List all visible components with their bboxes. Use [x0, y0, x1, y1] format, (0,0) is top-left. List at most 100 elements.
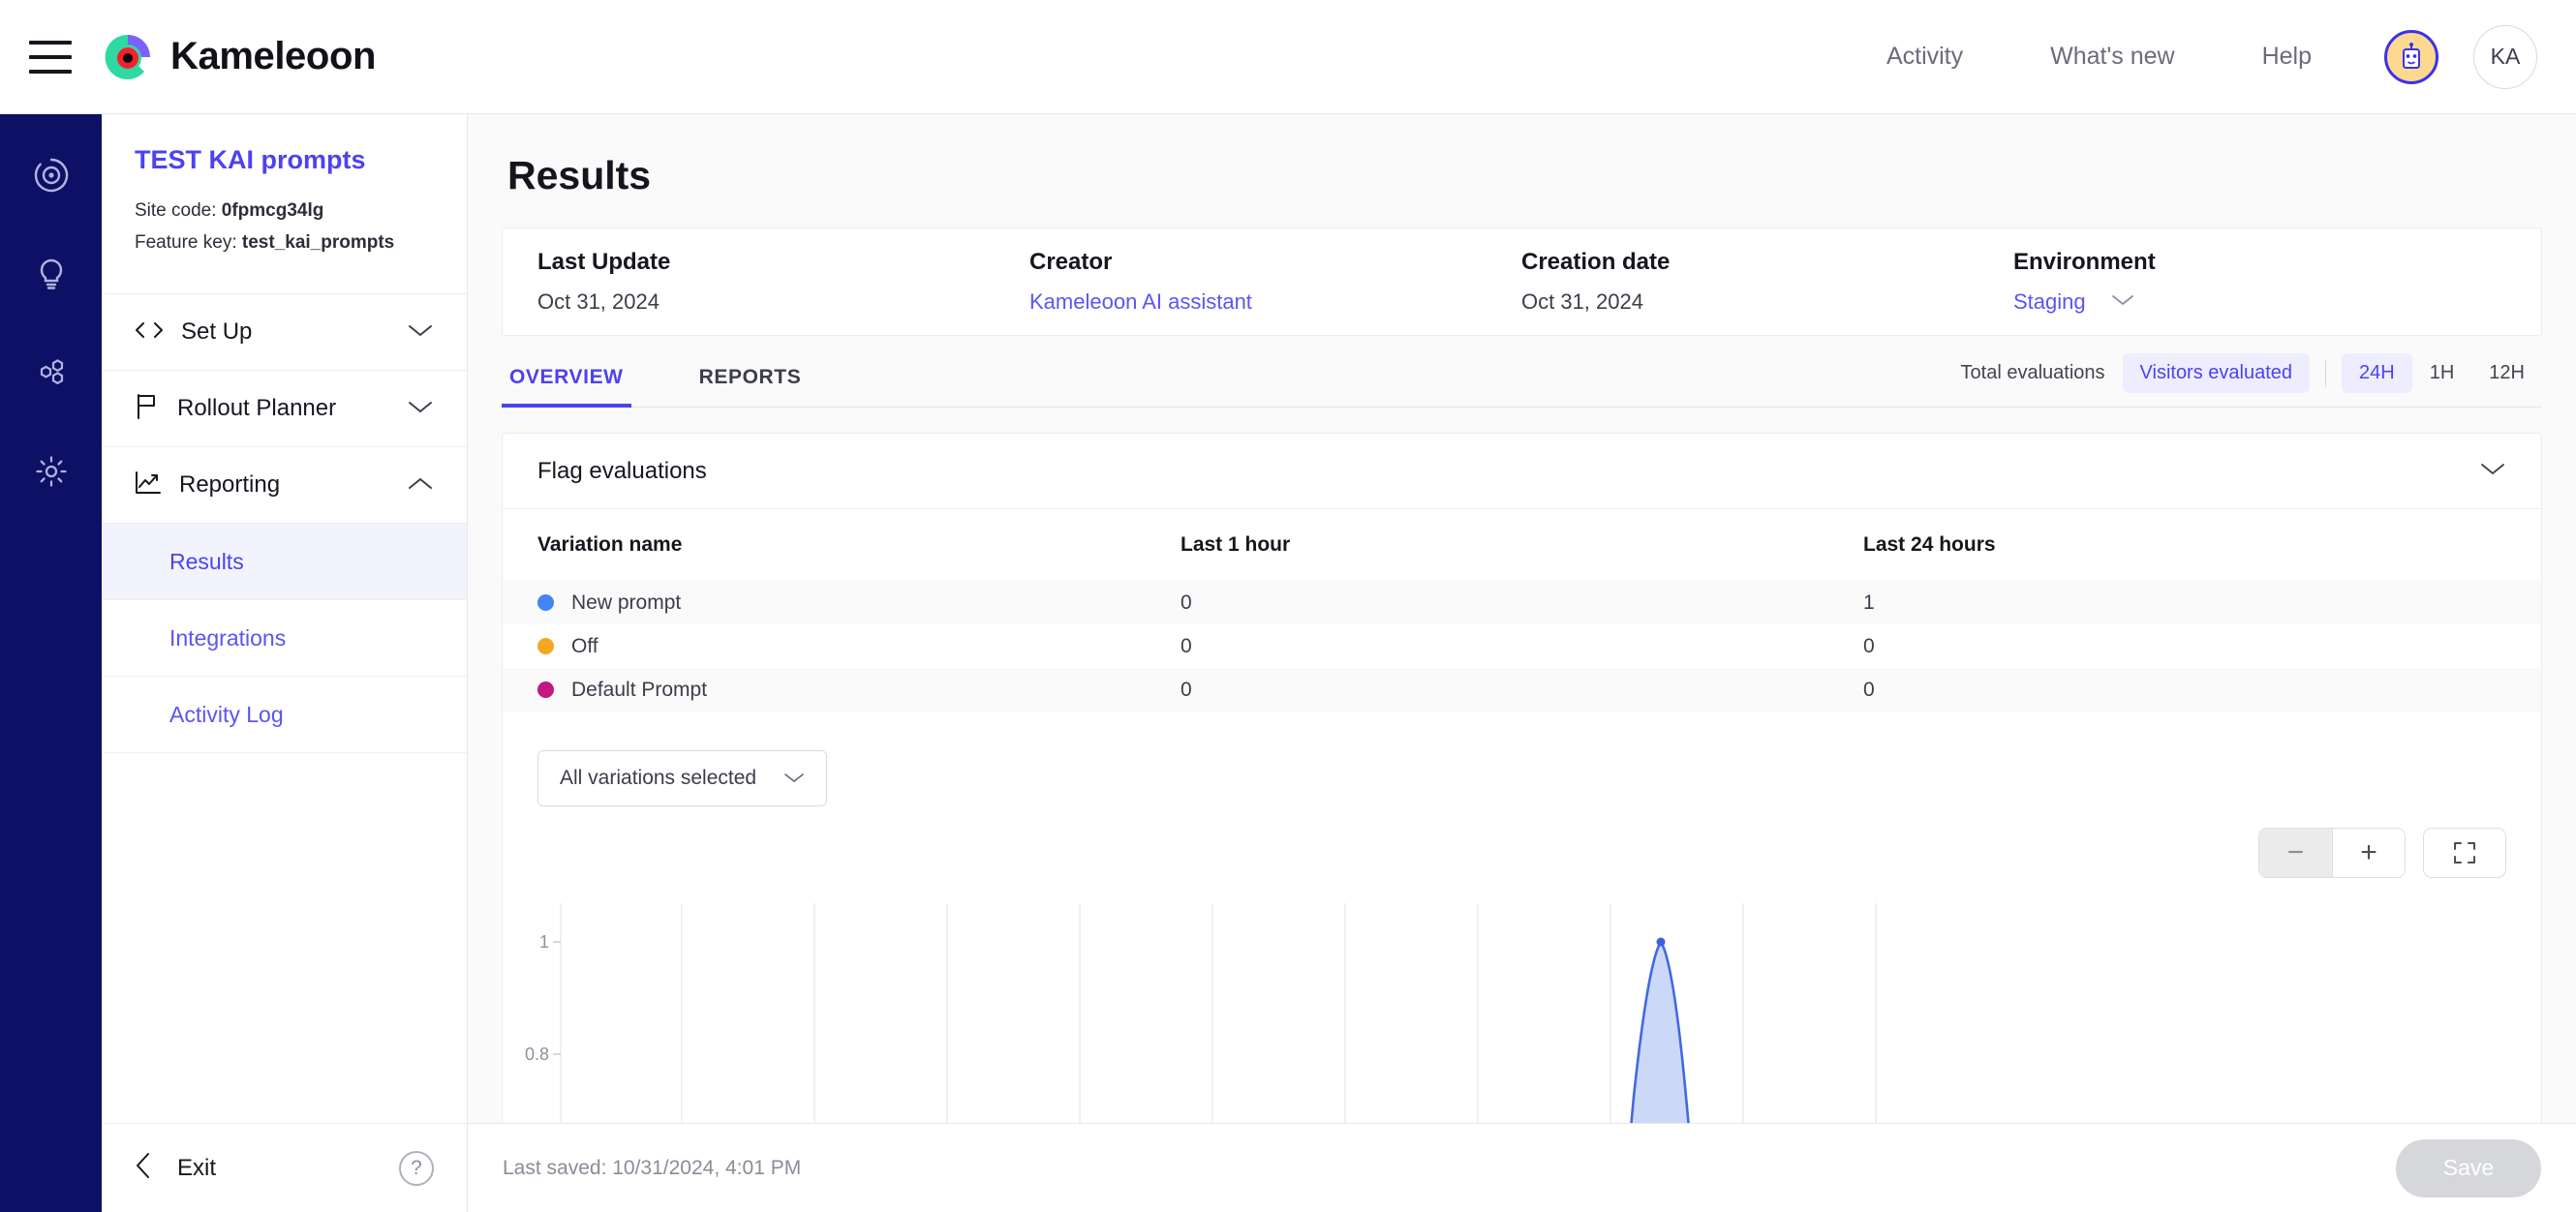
top-bar: Kameleoon Activity What's new Help KA	[0, 0, 2576, 114]
cell-last-1-hour: 0	[1181, 591, 1192, 614]
ai-assistant-button[interactable]	[2384, 29, 2438, 84]
variation-name: Off	[571, 634, 598, 657]
panel-header: Flag evaluations	[503, 434, 2541, 509]
environment-selector[interactable]: Staging	[2013, 289, 2505, 315]
save-button[interactable]: Save	[2396, 1138, 2541, 1197]
bottom-bar: Last saved: 10/31/2024, 4:01 PM Save	[468, 1123, 2576, 1212]
cell-last-24-hours: 0	[1863, 678, 1875, 701]
meta-creator: Creator Kameleoon AI assistant	[1029, 249, 1521, 315]
back-chevron-icon[interactable]	[135, 1151, 152, 1185]
sidebar-footer: Exit ?	[102, 1123, 467, 1212]
chevron-down-icon[interactable]	[407, 322, 434, 343]
cell-last-1-hour: 0	[1181, 634, 1192, 657]
zoom-in-button[interactable]: +	[2332, 829, 2405, 877]
user-avatar[interactable]: KA	[2473, 24, 2537, 89]
last-saved-text: Last saved: 10/31/2024, 4:01 PM	[503, 1156, 802, 1179]
filter-total-evaluations[interactable]: Total evaluations	[1944, 353, 2123, 393]
rail-lightbulb-icon[interactable]	[25, 248, 77, 300]
svg-text:0.8: 0.8	[525, 1045, 549, 1064]
help-icon[interactable]: ?	[399, 1150, 434, 1186]
variation-filter-row: All variations selected	[503, 712, 2541, 806]
project-title[interactable]: TEST KAI prompts	[135, 145, 434, 175]
sidebar-group-reporting[interactable]: Reporting	[102, 447, 467, 524]
filter-divider	[2325, 359, 2327, 387]
brand-logo-link[interactable]: Kameleoon	[101, 30, 376, 84]
filter-range-12h[interactable]: 12H	[2471, 353, 2542, 393]
sidebar-item-label: Activity Log	[169, 701, 284, 727]
cell-last-1-hour: 0	[1181, 678, 1192, 701]
chart-zoom-controls: − +	[503, 806, 2541, 878]
sidebar-group-set-up[interactable]: Set Up	[102, 294, 467, 371]
hamburger-menu-icon[interactable]	[29, 40, 72, 74]
code-icon	[135, 319, 164, 346]
zoom-out-button[interactable]: −	[2259, 829, 2332, 877]
fullscreen-button[interactable]	[2423, 828, 2506, 878]
creator-link[interactable]: Kameleoon AI assistant	[1029, 289, 1521, 315]
column-header-variation-name: Variation name	[537, 533, 683, 556]
chevron-down-icon[interactable]	[2479, 461, 2506, 481]
nav-link-help[interactable]: Help	[2219, 43, 2355, 71]
panel-title: Flag evaluations	[537, 457, 707, 484]
flag-icon	[135, 393, 160, 425]
hamburger-line	[29, 69, 72, 74]
exit-button[interactable]: Exit	[177, 1155, 216, 1182]
chevron-up-icon[interactable]	[407, 475, 434, 496]
variation-color-dot	[537, 594, 554, 611]
meta-summary-card: Last Update Oct 31, 2024 Creator Kameleo…	[502, 227, 2542, 336]
table-header: Variation name Last 1 hour Last 24 hours	[503, 509, 2541, 581]
sidebar-group-rollout-planner[interactable]: Rollout Planner	[102, 371, 467, 447]
metric-filters: Total evaluations Visitors evaluated 24H…	[1944, 353, 2542, 407]
column-header-last-1-hour: Last 1 hour	[1181, 533, 1291, 556]
page-title: Results	[507, 153, 652, 197]
sidebar-item-label: Integrations	[169, 624, 287, 651]
feature-key-row: Feature key: test_kai_prompts	[135, 232, 434, 254]
table-row[interactable]: New prompt 0 1	[503, 581, 2541, 624]
main-content: Results Last Update Oct 31, 2024 Creator…	[468, 114, 2576, 1212]
trend-chart-icon	[135, 470, 162, 500]
rail-gear-icon[interactable]	[25, 445, 77, 498]
filter-visitors-evaluated[interactable]: Visitors evaluated	[2122, 353, 2311, 393]
robot-icon	[2403, 42, 2420, 69]
rail-target-icon[interactable]	[25, 149, 77, 201]
tabs-bar: OVERVIEW REPORTS Total evaluations Visit…	[502, 336, 2542, 408]
fullscreen-icon	[2454, 842, 2475, 864]
tab-reports[interactable]: REPORTS	[691, 366, 810, 407]
feature-key-label: Feature key:	[135, 232, 237, 253]
meta-label: Last Update	[537, 249, 671, 275]
sidebar: TEST KAI prompts Site code: 0fpmcg34lg F…	[102, 114, 468, 1212]
rail-hexagon-cluster-icon[interactable]	[25, 347, 77, 399]
variation-name: New prompt	[571, 591, 682, 614]
meta-label: Creator	[1029, 249, 1113, 275]
top-bar-right: Activity What's new Help KA	[1843, 24, 2576, 89]
sidebar-item-activity-log[interactable]: Activity Log	[102, 677, 467, 753]
hamburger-line	[29, 54, 72, 59]
sidebar-item-results[interactable]: Results	[102, 524, 467, 600]
table-row[interactable]: Off 0 0	[503, 624, 2541, 668]
sidebar-item-integrations[interactable]: Integrations	[102, 600, 467, 677]
filter-range-1h[interactable]: 1H	[2412, 353, 2472, 393]
chart-data-point	[1656, 937, 1666, 947]
chevron-down-icon[interactable]	[407, 399, 434, 419]
table-row[interactable]: Default Prompt 0 0	[503, 668, 2541, 712]
meta-label: Creation date	[1521, 249, 1671, 275]
nav-link-whats-new[interactable]: What's new	[2007, 43, 2218, 71]
environment-value: Staging	[2013, 289, 2086, 314]
meta-label: Environment	[2013, 249, 2156, 275]
sidebar-group-label: Rollout Planner	[177, 395, 337, 421]
cell-last-24-hours: 1	[1863, 591, 1875, 614]
meta-environment: Environment Staging	[2013, 249, 2505, 315]
variation-select-label: All variations selected	[560, 767, 757, 789]
site-code-row: Site code: 0fpmcg34lg	[135, 200, 434, 222]
variation-color-dot	[537, 638, 554, 654]
table-body: New prompt 0 1 Off 0 0 Default Prompt 0 …	[503, 581, 2541, 712]
meta-creation-date: Creation date Oct 31, 2024	[1521, 249, 2013, 315]
variation-cell: New prompt	[537, 591, 1181, 615]
filter-range-24h[interactable]: 24H	[2342, 353, 2412, 393]
variation-cell: Off	[537, 635, 1181, 658]
tab-overview[interactable]: OVERVIEW	[502, 366, 631, 408]
nav-link-activity[interactable]: Activity	[1843, 43, 2007, 71]
feature-key-value: test_kai_prompts	[241, 232, 395, 253]
variation-select[interactable]: All variations selected	[537, 750, 828, 806]
flag-evaluations-table: Variation name Last 1 hour Last 24 hours…	[503, 509, 2541, 712]
brand-name: Kameleoon	[170, 35, 377, 77]
